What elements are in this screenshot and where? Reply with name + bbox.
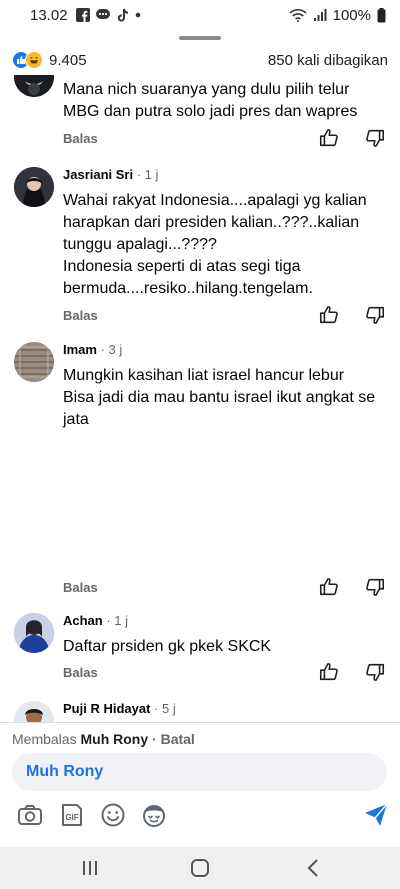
avatar[interactable] <box>14 167 54 207</box>
status-notification-icons <box>75 8 142 22</box>
post-summary: 9.405 850 kali dibagikan <box>12 50 388 70</box>
dot-icon <box>135 12 140 18</box>
commenter-name[interactable]: Puji R Hidayat · 5 j <box>63 701 176 716</box>
commenter-name-text[interactable]: Jasriani Sri <box>63 167 133 182</box>
back-icon[interactable] <box>301 856 327 880</box>
battery-icon <box>377 7 386 22</box>
commenter-name-text[interactable]: Imam <box>63 342 97 357</box>
commenter-name[interactable]: Achan · 1 j <box>63 613 128 628</box>
reply-button[interactable]: Balas <box>63 131 98 146</box>
cancel-reply-link[interactable]: · Batal <box>152 731 195 747</box>
like-icon[interactable] <box>318 661 340 683</box>
sheet-drag-handle[interactable] <box>179 36 221 40</box>
reply-button[interactable]: Balas <box>63 665 98 680</box>
tiktok-icon <box>117 9 128 22</box>
replying-prefix: Membalas <box>12 731 77 747</box>
comment-age: · 1 j <box>136 167 159 182</box>
dislike-icon[interactable] <box>364 304 386 326</box>
status-system-icons: 100% <box>289 7 386 24</box>
avatar[interactable] <box>14 75 54 97</box>
comment-text: Mungkin kasihan liat israel hancur lebur… <box>63 367 376 428</box>
wifi-icon <box>289 9 307 22</box>
svg-text:GIF: GIF <box>65 813 78 822</box>
comment-age: · 1 j <box>106 613 129 628</box>
gif-icon[interactable]: GIF <box>57 801 85 829</box>
system-nav-bar <box>0 847 400 889</box>
facebook-icon <box>75 8 90 22</box>
comment-age: · 3 j <box>100 342 123 357</box>
reply-composer: Membalas Muh Rony · Batal Muh Rony GIF <box>0 722 400 847</box>
avatar[interactable] <box>14 342 54 382</box>
chat-bubble-icon <box>95 9 110 19</box>
signal-icon <box>313 9 327 21</box>
avatar-sticker-icon[interactable] <box>140 801 168 829</box>
dislike-icon[interactable] <box>364 127 386 149</box>
battery-percentage: 100% <box>332 6 371 24</box>
commenter-name-text[interactable]: Puji R Hidayat <box>63 701 150 716</box>
send-icon[interactable] <box>362 801 390 829</box>
camera-icon[interactable] <box>16 801 44 829</box>
commenter-name-text[interactable]: Achan <box>63 613 103 628</box>
recent-apps-icon[interactable] <box>77 856 103 880</box>
emoji-icon[interactable] <box>99 801 127 829</box>
like-icon[interactable] <box>318 127 340 149</box>
like-icon[interactable] <box>318 576 340 598</box>
like-icon[interactable] <box>318 304 340 326</box>
comment-text: Mana nich suaranya yang dulu pilih telur… <box>63 81 358 120</box>
dislike-icon[interactable] <box>364 576 386 598</box>
comment-list[interactable]: Mana nich suaranya yang dulu pilih telur… <box>0 75 400 752</box>
share-count[interactable]: 850 kali dibagikan <box>268 52 388 69</box>
reply-button[interactable]: Balas <box>63 308 98 323</box>
commenter-name[interactable]: Imam · 3 j <box>63 342 122 357</box>
replying-to-name: Muh Rony <box>80 731 149 747</box>
mention-tag[interactable]: Muh Rony <box>26 763 103 781</box>
commenter-name[interactable]: Jasriani Sri · 1 j <box>63 167 158 182</box>
comment-text: Daftar prsiden gk pkek SKCK <box>63 638 272 655</box>
status-time: 13.02 <box>30 6 68 24</box>
comment-text: Wahai rakyat Indonesia....apalagi yg kal… <box>63 192 367 297</box>
status-bar: 13.02 100% <box>0 0 400 30</box>
dislike-icon[interactable] <box>364 661 386 683</box>
avatar[interactable] <box>14 613 54 653</box>
comments-sheet: 9.405 850 kali dibagikan Mana nich suara… <box>0 30 400 847</box>
reaction-icons[interactable] <box>12 51 43 69</box>
reaction-count[interactable]: 9.405 <box>49 52 87 69</box>
replying-to-bar: Membalas Muh Rony · Batal <box>12 731 195 747</box>
comment-input[interactable]: Muh Rony <box>12 753 387 791</box>
composer-toolbar: GIF <box>0 801 400 831</box>
comment-age: · 5 j <box>154 701 176 716</box>
haha-reaction-icon <box>25 51 43 69</box>
reply-button[interactable]: Balas <box>63 580 98 595</box>
home-icon[interactable] <box>187 856 213 880</box>
